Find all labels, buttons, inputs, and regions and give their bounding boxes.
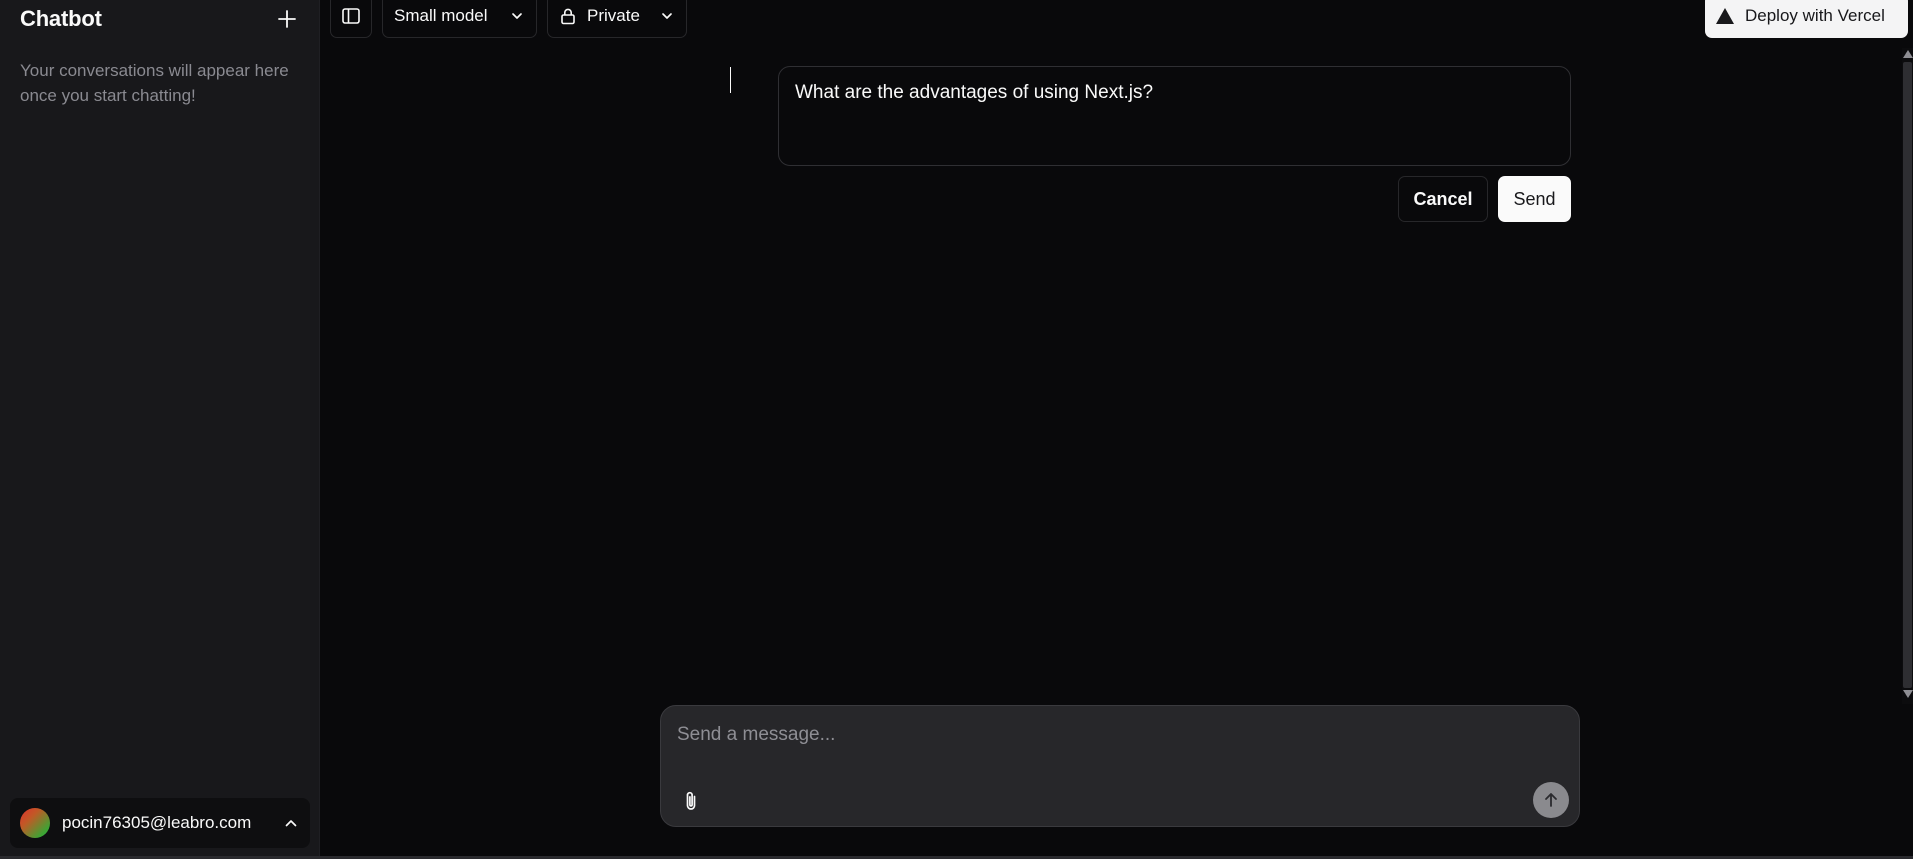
chevron-down-icon xyxy=(510,9,524,23)
scroll-down-arrow-icon[interactable] xyxy=(1903,690,1913,698)
user-email: pocin76305@leabro.com xyxy=(62,813,252,832)
submit-button[interactable] xyxy=(1533,782,1569,818)
sidebar-toggle-icon xyxy=(342,8,360,24)
edit-message-textarea[interactable]: What are the advantages of using Next.js… xyxy=(778,66,1571,166)
text-cursor xyxy=(730,67,731,93)
paperclip-icon xyxy=(686,791,696,810)
model-selector[interactable]: Small model xyxy=(382,0,537,38)
deploy-button-label: Deploy with Vercel xyxy=(1745,6,1885,25)
edit-message-text: What are the advantages of using Next.js… xyxy=(795,82,1154,103)
send-button[interactable]: Send xyxy=(1498,176,1571,222)
vercel-triangle-icon xyxy=(1716,8,1734,24)
avatar xyxy=(20,808,50,838)
attach-button[interactable] xyxy=(677,786,705,816)
plus-icon xyxy=(278,10,296,28)
sidebar-header: Chatbot xyxy=(20,4,301,34)
visibility-selector-label: Private xyxy=(587,6,640,25)
chevron-down-icon xyxy=(660,9,674,23)
cancel-button[interactable]: Cancel xyxy=(1398,176,1488,222)
sidebar: Chatbot Your conversations will appear h… xyxy=(0,0,320,859)
scroll-up-arrow-icon[interactable] xyxy=(1903,50,1913,58)
deploy-with-vercel-button[interactable]: Deploy with Vercel xyxy=(1705,0,1908,38)
message-composer xyxy=(660,705,1580,827)
visibility-selector[interactable]: Private xyxy=(547,0,687,38)
empty-history-message: Your conversations will appear here once… xyxy=(20,61,289,105)
new-chat-button[interactable] xyxy=(273,5,301,33)
sidebar-title[interactable]: Chatbot xyxy=(20,6,102,32)
model-selector-label: Small model xyxy=(394,6,488,25)
message-input[interactable] xyxy=(677,718,1537,752)
chevron-up-icon xyxy=(282,814,300,832)
lock-icon xyxy=(561,8,575,25)
user-menu-button[interactable]: pocin76305@leabro.com xyxy=(10,798,310,848)
scrollbar-thumb[interactable] xyxy=(1903,62,1912,688)
sidebar-toggle-button[interactable] xyxy=(330,0,372,38)
arrow-up-icon xyxy=(1545,793,1557,807)
